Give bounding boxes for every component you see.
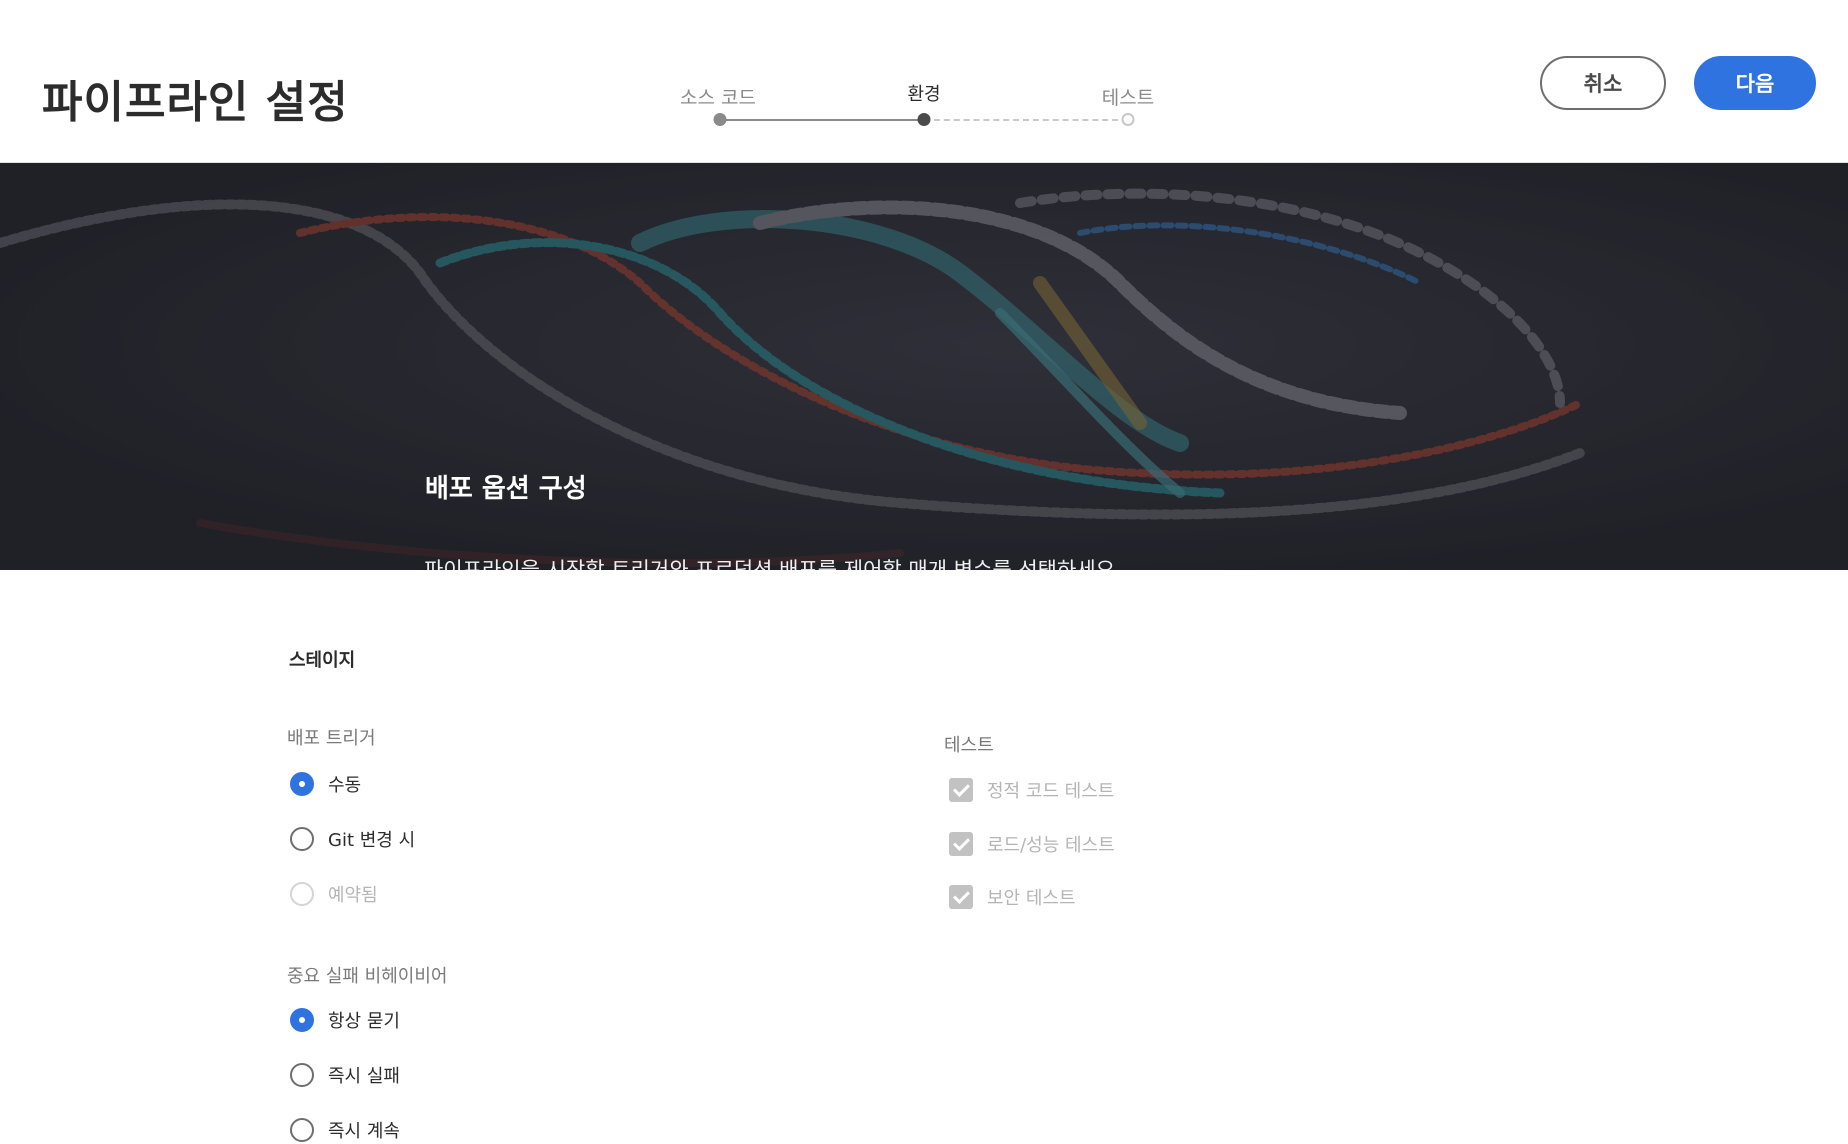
step-label-test: 테스트 xyxy=(1101,87,1155,109)
step-label-environment: 환경 xyxy=(907,84,941,105)
checkbox-load-performance xyxy=(949,832,973,856)
trigger-option-label: 수동 xyxy=(328,775,362,796)
radio-scheduled xyxy=(290,882,314,906)
radio-fail-immediately[interactable] xyxy=(290,1063,314,1087)
step-label-source: 소스 코드 xyxy=(680,87,756,109)
test-option-security: 보안 테스트 xyxy=(949,884,1076,910)
step-dot-environment xyxy=(917,113,931,126)
trigger-option-scheduled: 예약됨 xyxy=(290,881,378,907)
failure-option-label: 즉시 계속 xyxy=(328,1121,400,1142)
radio-continue-immediately[interactable] xyxy=(290,1118,314,1142)
top-header: 파이프라인 설정 소스 코드 환경 테스트 취소 다음 xyxy=(0,0,1848,163)
test-option-load: 로드/성능 테스트 xyxy=(949,831,1115,857)
hero-title: 배포 옵션 구성 xyxy=(425,474,587,504)
step-connector-done xyxy=(720,119,924,121)
hero-description: 파이프라인을 시작할 트리거와 프로덕션 배포를 제어할 매개 변수를 선택하세… xyxy=(424,558,1122,570)
step-dot-source xyxy=(713,113,727,126)
step-dot-test xyxy=(1121,113,1135,126)
section-title-stage: 스테이지 xyxy=(289,650,356,671)
radio-always-ask[interactable] xyxy=(290,1008,314,1032)
cancel-button[interactable]: 취소 xyxy=(1540,56,1666,110)
trigger-option-label: 예약됨 xyxy=(328,885,378,906)
failure-option-label: 즉시 실패 xyxy=(328,1066,400,1087)
radio-git-change[interactable] xyxy=(290,827,314,851)
page-title: 파이프라인 설정 xyxy=(42,77,349,128)
progress-stepper: 소스 코드 환경 테스트 xyxy=(660,78,1180,138)
test-option-label: 정적 코드 테스트 xyxy=(987,781,1115,802)
failure-option-ask[interactable]: 항상 묻기 xyxy=(290,1007,400,1033)
next-button[interactable]: 다음 xyxy=(1694,56,1816,110)
test-option-static: 정적 코드 테스트 xyxy=(949,777,1114,803)
step-connector-todo xyxy=(924,119,1128,121)
failure-option-continue[interactable]: 즉시 계속 xyxy=(290,1117,400,1143)
checkbox-security xyxy=(949,885,973,909)
failure-behavior-label: 중요 실패 비헤이비어 xyxy=(287,966,448,987)
test-option-label: 로드/성능 테스트 xyxy=(987,835,1115,856)
tests-label: 테스트 xyxy=(944,735,994,756)
trigger-option-git[interactable]: Git 변경 시 xyxy=(290,826,415,852)
radio-manual[interactable] xyxy=(290,772,314,796)
deploy-trigger-label: 배포 트리거 xyxy=(287,728,376,749)
checkbox-static-code xyxy=(949,778,973,802)
failure-option-label: 항상 묻기 xyxy=(328,1011,400,1032)
hero-background-image xyxy=(0,163,1848,570)
failure-option-fail[interactable]: 즉시 실패 xyxy=(290,1062,400,1088)
hero-banner: 배포 옵션 구성 파이프라인을 시작할 트리거와 프로덕션 배포를 제어할 매개… xyxy=(0,163,1848,570)
trigger-option-manual[interactable]: 수동 xyxy=(290,771,361,797)
test-option-label: 보안 테스트 xyxy=(987,888,1076,909)
trigger-option-label: Git 변경 시 xyxy=(328,830,416,851)
